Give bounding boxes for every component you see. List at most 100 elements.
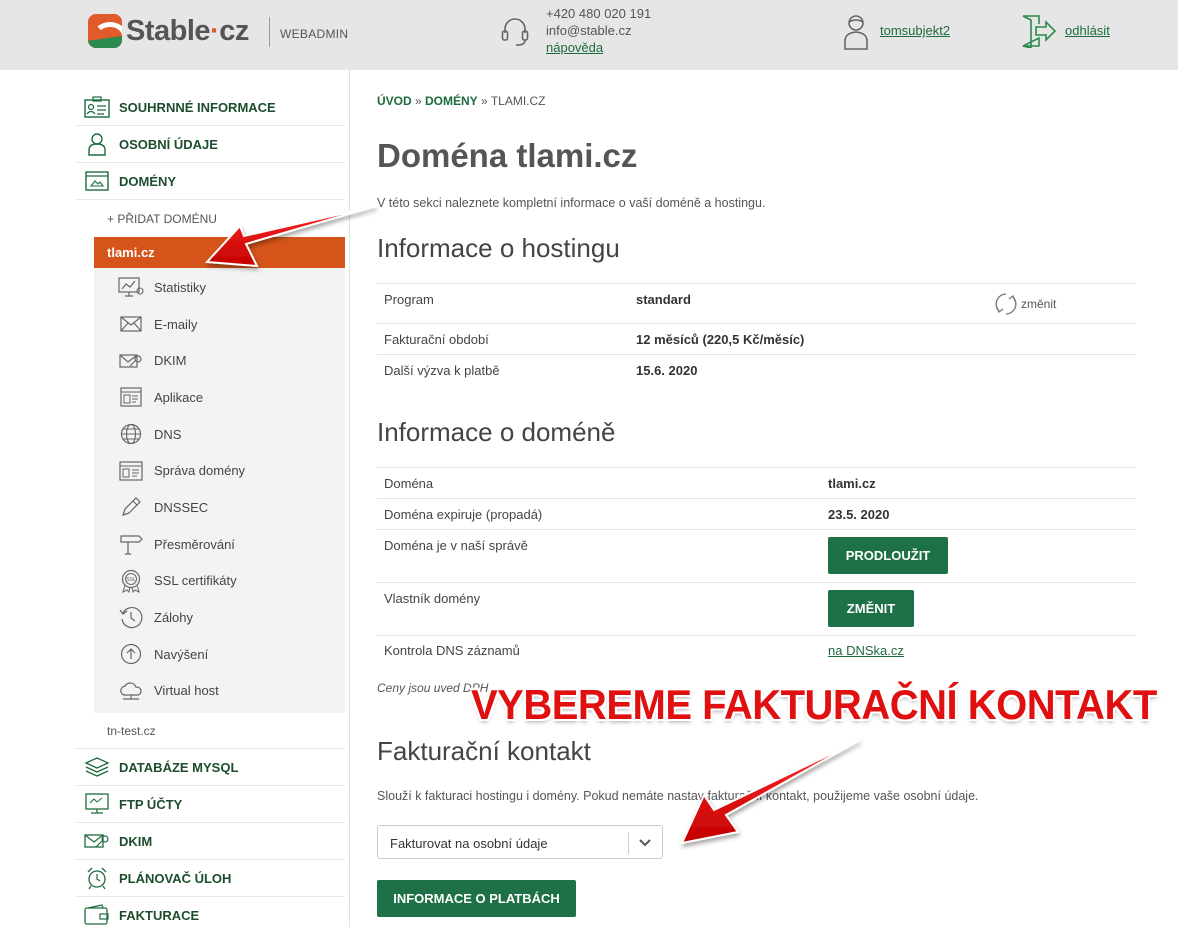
envelope-icon bbox=[118, 313, 144, 335]
add-domain-link[interactable]: + PŘIDAT DOMÉNU bbox=[76, 200, 345, 237]
renew-button[interactable]: PRODLOUŽIT bbox=[828, 537, 948, 574]
change-program-link[interactable]: změnit bbox=[994, 291, 1056, 317]
table-row: Program standard změnit bbox=[377, 284, 1136, 324]
subnav-label: Zálohy bbox=[154, 610, 194, 626]
subnav-emails[interactable]: E-maily bbox=[94, 306, 345, 343]
table-row: Doména expiruje (propadá) 23.5. 2020 bbox=[377, 499, 1136, 530]
change-owner-button[interactable]: ZMĚNIT bbox=[828, 590, 914, 627]
table-row: Doména tlami.cz bbox=[377, 468, 1136, 499]
person-icon bbox=[84, 132, 110, 156]
user-icon bbox=[844, 15, 868, 50]
subnav-apps[interactable]: Aplikace bbox=[94, 379, 345, 416]
sidebar: SOUHRNNÉ INFORMACE OSOBNÍ ÚDAJE DOMÉNY +… bbox=[76, 89, 345, 927]
row-value: 15.6. 2020 bbox=[636, 363, 698, 378]
globe-icon bbox=[118, 423, 144, 445]
row-value: 12 měsíců (220,5 Kč/měsíc) bbox=[636, 332, 805, 347]
dnska-link[interactable]: na DNSka.cz bbox=[828, 643, 904, 658]
subnav-virtual-host[interactable]: Virtual host bbox=[94, 673, 345, 710]
row-value: standard bbox=[636, 292, 691, 307]
sidebar-item-label: OSOBNÍ ÚDAJE bbox=[119, 136, 218, 152]
subnav-dkim[interactable]: DKIM bbox=[94, 342, 345, 379]
billing-description: Slouží k fakturaci hostingu i domény. Po… bbox=[377, 789, 979, 803]
stable-logo-icon bbox=[88, 14, 122, 48]
key-envelope-icon bbox=[118, 350, 144, 372]
breadcrumb-domains[interactable]: DOMÉNY bbox=[425, 94, 478, 108]
sidebar-item-mysql[interactable]: DATABÁZE MYSQL bbox=[76, 749, 345, 787]
summary-card-icon bbox=[84, 95, 110, 119]
breadcrumb-current: TLAMI.CZ bbox=[490, 94, 546, 108]
change-label: změnit bbox=[1021, 297, 1057, 311]
sidebar-item-label: DATABÁZE MYSQL bbox=[119, 759, 239, 775]
ftp-monitor-icon bbox=[84, 792, 110, 816]
sidebar-item-label: FAKTURACE bbox=[119, 907, 200, 923]
payment-info-button[interactable]: INFORMACE O PLATBÁCH bbox=[377, 880, 576, 917]
breadcrumb: ÚVOD » DOMÉNY » TLAMI.CZ bbox=[377, 94, 545, 108]
subnav-upgrade[interactable]: Navýšení bbox=[94, 636, 345, 673]
subnav-label: Navýšení bbox=[154, 646, 209, 662]
subnav-dnssec[interactable]: DNSSEC bbox=[94, 489, 345, 526]
sidebar-item-domains[interactable]: DOMÉNY bbox=[76, 163, 345, 200]
arrow-up-circle-icon bbox=[118, 643, 144, 665]
sidebar-item-dkim[interactable]: DKIM bbox=[76, 823, 345, 861]
sidebar-item-label: PLÁNOVAČ ÚLOH bbox=[119, 870, 232, 886]
support-email[interactable]: info@stable.cz bbox=[546, 22, 651, 39]
subnav-ssl[interactable]: SSL SSL certifikáty bbox=[94, 563, 345, 600]
key-envelope-icon bbox=[84, 829, 110, 853]
sidebar-item-label: DOMÉNY bbox=[119, 173, 177, 189]
logout-icon bbox=[1022, 15, 1057, 48]
active-domain-item[interactable]: tlami.cz bbox=[94, 237, 345, 268]
section-label: WEBADMIN bbox=[280, 27, 349, 41]
logout-link[interactable]: odhlásit bbox=[1065, 23, 1110, 38]
table-row: Fakturační období 12 měsíců (220,5 Kč/mě… bbox=[377, 324, 1136, 355]
username-link[interactable]: tomsubjekt2 bbox=[880, 23, 950, 38]
support-phone[interactable]: +420 480 020 191 bbox=[546, 5, 651, 22]
domain-subnav: Statistiky E-maily DKIM Aplikace DNS Spr… bbox=[94, 268, 345, 714]
page-intro: V této sekci naleznete kompletní informa… bbox=[377, 196, 766, 210]
subnav-backups[interactable]: Zálohy bbox=[94, 599, 345, 636]
refresh-icon bbox=[995, 293, 1017, 315]
subnav-dns[interactable]: DNS bbox=[94, 416, 345, 453]
row-label: Doména bbox=[384, 476, 434, 491]
sidebar-item-billing[interactable]: FAKTURACE bbox=[76, 897, 345, 927]
subnav-label: Statistiky bbox=[154, 279, 207, 295]
wallet-icon bbox=[84, 903, 110, 927]
app-window-icon bbox=[118, 386, 144, 408]
chevron-down-icon bbox=[639, 839, 651, 847]
table-row: Doména je v naší správě PRODLOUŽIT bbox=[377, 530, 1136, 583]
row-label: Doména expiruje (propadá) bbox=[384, 507, 543, 522]
table-row: Vlastník domény ZMĚNIT bbox=[377, 583, 1136, 636]
subnav-statistics[interactable]: Statistiky bbox=[94, 269, 345, 306]
logo-divider bbox=[269, 17, 270, 47]
browser-window-icon bbox=[84, 169, 110, 193]
help-link[interactable]: nápověda bbox=[546, 39, 651, 56]
breadcrumb-separator: » bbox=[477, 94, 491, 108]
ssl-badge-icon: SSL bbox=[118, 569, 144, 593]
cloud-icon bbox=[118, 680, 144, 702]
domain-window-icon bbox=[118, 460, 144, 482]
row-label: Další výzva k platbě bbox=[384, 363, 500, 378]
sidebar-item-personal[interactable]: OSOBNÍ ÚDAJE bbox=[76, 126, 345, 163]
row-label: Kontrola DNS záznamů bbox=[384, 643, 520, 658]
sidebar-item-ftp[interactable]: FTP ÚČTY bbox=[76, 786, 345, 824]
annotation-text: VYBEREME FAKTURAČNÍ KONTAKT bbox=[471, 682, 1157, 729]
sidebar-item-summary[interactable]: SOUHRNNÉ INFORMACE bbox=[76, 89, 345, 126]
sidebar-item-label: SOUHRNNÉ INFORMACE bbox=[119, 99, 276, 115]
headset-icon bbox=[501, 18, 529, 46]
support-contacts: +420 480 020 191 info@stable.cz nápověda bbox=[546, 5, 651, 56]
subnav-redirects[interactable]: Přesměrování bbox=[94, 526, 345, 563]
other-domain-item[interactable]: tn-test.cz bbox=[76, 713, 345, 750]
stable-logo[interactable]: Stable·cz bbox=[88, 14, 249, 48]
sidebar-item-scheduler[interactable]: PLÁNOVAČ ÚLOH bbox=[76, 860, 345, 898]
logo-text: Stable·cz bbox=[126, 14, 249, 47]
subnav-label: Aplikace bbox=[154, 389, 204, 405]
subnav-label: DKIM bbox=[154, 353, 187, 369]
hosting-heading: Informace o hostingu bbox=[377, 233, 620, 263]
subnav-label: DNS bbox=[154, 426, 182, 442]
hosting-table: Program standard změnit Fakturační obdob… bbox=[377, 283, 1136, 386]
domain-info-heading: Informace o doméně bbox=[377, 417, 616, 447]
billing-contact-select[interactable]: Fakturovat na osobní údaje bbox=[377, 825, 663, 859]
row-label: Doména je v naší správě bbox=[384, 538, 528, 553]
subnav-domain-management[interactable]: Správa domény bbox=[94, 452, 345, 489]
pen-icon bbox=[118, 496, 144, 518]
breadcrumb-home[interactable]: ÚVOD bbox=[377, 94, 412, 108]
